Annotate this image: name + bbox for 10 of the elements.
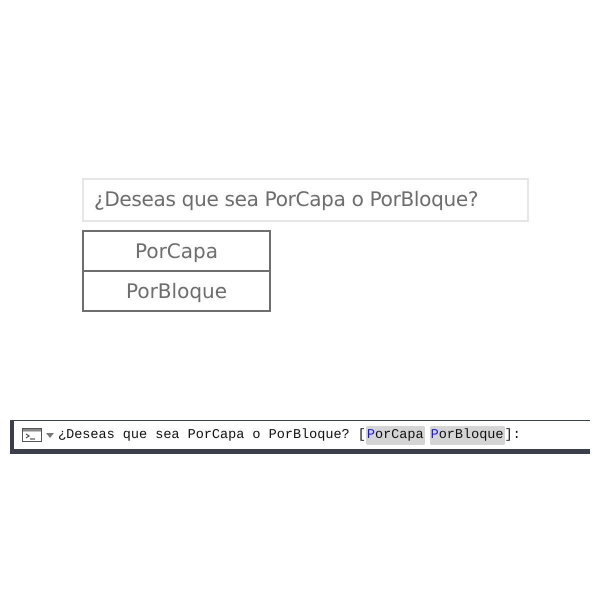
bracket: ]: [504,428,521,442]
bracket: [ [358,428,366,442]
option-keyword[interactable]: PorCapa [366,426,425,444]
option-keyword[interactable]: PorBloque [430,426,504,444]
command-prompt: ¿Deseas que sea PorCapa o PorBloque? [58,428,351,442]
menu-option[interactable]: PorCapa [84,232,269,270]
menu-option[interactable]: PorBloque [84,270,269,310]
dynamic-prompt: ¿Deseas que sea PorCapa o PorBloque? [82,178,529,222]
dropdown-icon[interactable] [45,431,55,439]
terminal-icon[interactable] [22,428,42,442]
